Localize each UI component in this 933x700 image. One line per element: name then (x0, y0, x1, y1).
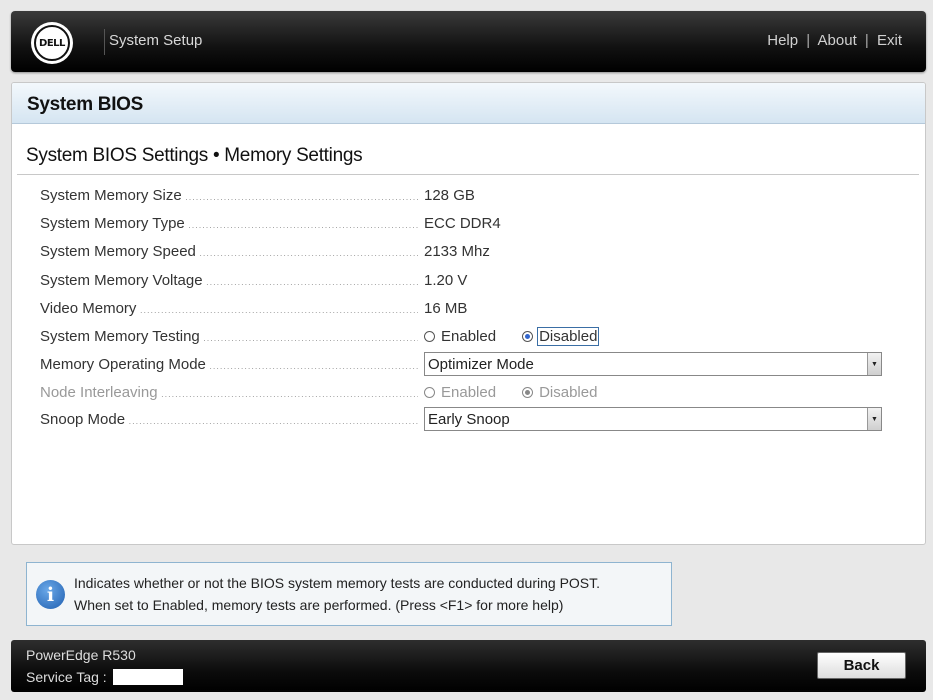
help-text: Indicates whether or not the BIOS system… (74, 572, 600, 616)
node-interleaving-enabled-radio: Enabled (424, 383, 498, 402)
link-separator: | (864, 32, 869, 49)
setting-row-memory-speed: System Memory Speed 2133 Mhz (40, 241, 900, 263)
page-title: System BIOS Settings • Memory Settings (26, 145, 363, 166)
setting-label: Snoop Mode (40, 411, 418, 428)
service-tag-redacted-box (112, 669, 183, 685)
dropdown-arrow-icon[interactable]: ▼ (867, 353, 881, 375)
dell-logo-text: DELL (34, 25, 70, 61)
setting-value: 1.20 V (424, 272, 468, 289)
radio-button-icon (424, 387, 435, 398)
select-value[interactable]: Early Snoop (428, 411, 510, 428)
setting-row-memory-size: System Memory Size 128 GB (40, 185, 900, 207)
memory-testing-radio-group: Enabled Disabled (424, 327, 623, 346)
setting-row-memory-testing: System Memory Testing Enabled Disabled (40, 326, 900, 348)
system-model: PowerEdge R530 (26, 647, 136, 663)
back-button[interactable]: Back (817, 652, 906, 679)
help-link[interactable]: Help (767, 32, 798, 49)
dell-logo: DELL (31, 22, 73, 64)
setting-value: ECC DDR4 (424, 215, 501, 232)
help-text-line: Indicates whether or not the BIOS system… (74, 575, 601, 591)
info-icon: i (36, 580, 65, 609)
title-divider (17, 174, 919, 175)
memory-operating-mode-select[interactable]: Optimizer Mode ▼ (424, 352, 882, 376)
setting-label: Memory Operating Mode (40, 356, 418, 373)
setting-label: System Memory Voltage (40, 272, 418, 289)
service-tag: Service Tag : (26, 669, 183, 685)
main-panel: System BIOS System BIOS Settings • Memor… (11, 82, 926, 545)
setting-label: System Memory Speed (40, 243, 418, 260)
top-header-bar: DELL System Setup Help | About | Exit (11, 11, 926, 72)
setting-row-video-memory: Video Memory 16 MB (40, 298, 900, 320)
radio-label[interactable]: Enabled (439, 327, 498, 346)
help-text-line: When set to Enabled, memory tests are pe… (74, 597, 564, 613)
setting-label: System Memory Testing (40, 328, 418, 345)
app-title: System Setup (109, 32, 203, 49)
radio-label: Enabled (441, 384, 497, 401)
node-interleaving-radio-group: Enabled Disabled (424, 383, 623, 402)
select-value[interactable]: Optimizer Mode (428, 356, 534, 373)
setting-row-memory-operating-mode: Memory Operating Mode Optimizer Mode ▼ (40, 352, 900, 376)
header-links: Help | About | Exit (767, 32, 902, 49)
setting-label: System Memory Type (40, 215, 418, 232)
setting-row-memory-type: System Memory Type ECC DDR4 (40, 213, 900, 235)
memory-testing-enabled-radio[interactable]: Enabled (424, 327, 498, 346)
radio-button-selected-icon[interactable] (522, 331, 534, 342)
snoop-mode-select[interactable]: Early Snoop ▼ (424, 407, 882, 431)
setting-label: System Memory Size (40, 187, 418, 204)
dropdown-arrow-icon[interactable]: ▼ (867, 408, 881, 430)
service-tag-label: Service Tag : (26, 669, 107, 685)
radio-label: Disabled (539, 384, 598, 401)
setting-value: 2133 Mhz (424, 243, 490, 260)
radio-button-icon[interactable] (424, 331, 435, 342)
memory-testing-disabled-radio[interactable]: Disabled (522, 327, 600, 346)
link-separator: | (806, 32, 811, 49)
panel-title: System BIOS (12, 83, 925, 124)
setting-label: Node Interleaving (40, 384, 418, 401)
setting-row-node-interleaving: Node Interleaving Enabled Disabled (40, 382, 900, 404)
radio-label[interactable]: Disabled (537, 327, 600, 346)
header-divider (104, 29, 105, 55)
radio-button-selected-icon (522, 387, 534, 398)
setting-value: 128 GB (424, 187, 475, 204)
setting-row-memory-voltage: System Memory Voltage 1.20 V (40, 270, 900, 292)
node-interleaving-disabled-radio: Disabled (522, 383, 599, 402)
setting-value: 16 MB (424, 300, 468, 317)
bottom-footer-bar: PowerEdge R530 Service Tag : Back (11, 640, 926, 692)
setting-label: Video Memory (40, 300, 418, 317)
exit-link[interactable]: Exit (877, 32, 902, 49)
setting-row-snoop-mode: Snoop Mode Early Snoop ▼ (40, 407, 900, 431)
about-link[interactable]: About (818, 32, 857, 49)
help-box: i Indicates whether or not the BIOS syst… (26, 562, 672, 626)
